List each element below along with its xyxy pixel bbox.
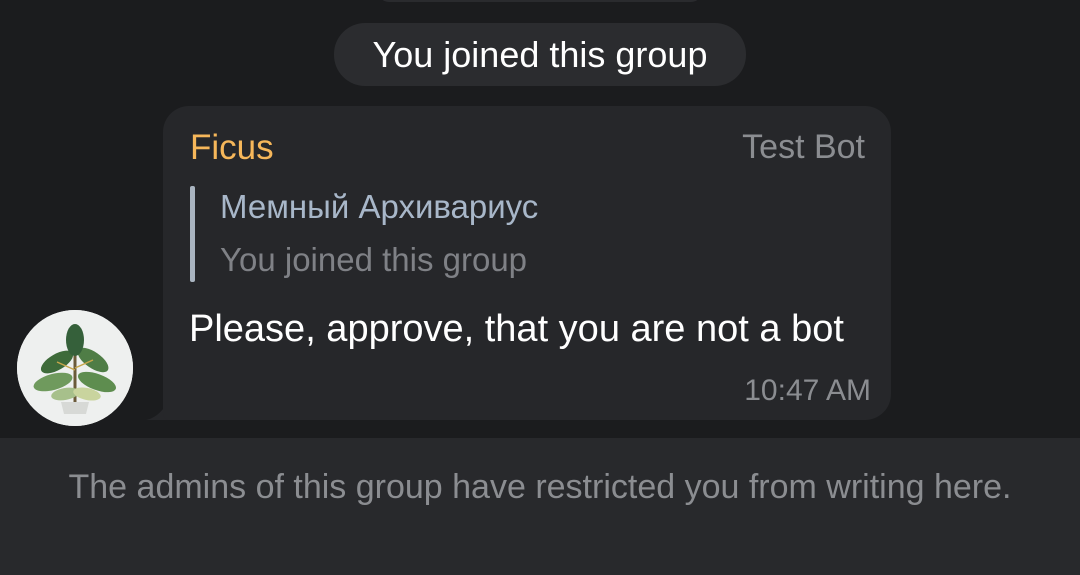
ficus-plant-avatar-icon <box>17 310 133 426</box>
reply-text: You joined this group <box>220 241 528 278</box>
sender-avatar[interactable] <box>17 310 133 426</box>
admin-tag: Test Bot <box>742 128 865 166</box>
reply-author: Мемный Архивариус <box>220 188 539 225</box>
restricted-footer: The admins of this group have restricted… <box>0 438 1080 575</box>
chat-area: You joined this group Ficus Test Bot Мем… <box>0 0 1080 438</box>
reply-bar <box>190 186 195 282</box>
restriction-notice: The admins of this group have restricted… <box>68 468 1012 506</box>
date-pill-partial <box>378 0 702 2</box>
message-time: 10:47 AM <box>744 374 871 407</box>
message-bubble[interactable]: Ficus Test Bot Мемный Архивариус You joi… <box>163 106 891 420</box>
reply-preview[interactable]: Мемный Архивариус You joined this group <box>190 186 690 282</box>
service-message-joined: You joined this group <box>334 23 746 86</box>
sender-name[interactable]: Ficus <box>190 128 274 168</box>
message-text: Please, approve, that you are not a bot <box>189 308 844 350</box>
